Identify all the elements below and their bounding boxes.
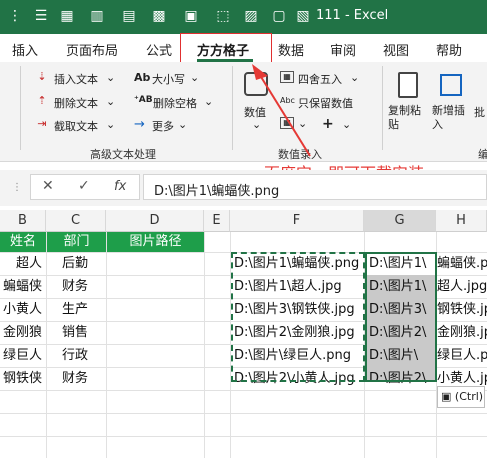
table-cell[interactable]: 绿巨人 <box>0 344 46 367</box>
quick-access-icon[interactable]: ▣ <box>182 7 200 25</box>
batch-button[interactable]: 批 <box>474 104 485 120</box>
table-cell[interactable]: 后勤 <box>62 252 106 275</box>
paste-options-label: (Ctrl) <box>454 390 484 403</box>
quick-access-icon[interactable]: ▩ <box>150 7 168 25</box>
table-cell[interactable]: 超人.jpg <box>437 275 487 298</box>
table-cell[interactable]: 金刚狼.jpg <box>437 321 487 344</box>
group-separator <box>232 66 233 150</box>
case-button[interactable]: 大小写 <box>152 71 185 87</box>
quick-access-icon[interactable]: ▨ <box>242 7 260 25</box>
arrow-right-icon: → <box>134 117 145 132</box>
add-insert-icon <box>440 74 462 96</box>
table-cell[interactable]: 钢铁侠.jpg <box>437 298 487 321</box>
name-box-dots-icon: ⋮ <box>12 182 22 193</box>
tab-help[interactable]: 帮助 <box>436 40 462 59</box>
copy-marquee <box>231 252 365 382</box>
more-button[interactable]: 更多 <box>152 118 174 134</box>
table-cell[interactable]: 钢铁侠 <box>0 367 46 390</box>
gridline <box>106 232 107 458</box>
column-header-c[interactable]: C <box>46 210 106 232</box>
formula-input[interactable]: D:\图片1\蝙蝠侠.png <box>143 174 487 200</box>
gridline <box>204 232 205 458</box>
quick-access-icon[interactable]: ▧ <box>294 7 312 25</box>
cancel-icon[interactable]: ✕ <box>42 178 54 194</box>
table-cell[interactable]: 行政 <box>62 344 106 367</box>
chevron-down-icon: ⌄ <box>342 118 352 131</box>
table-cell[interactable]: 生产 <box>62 298 106 321</box>
extract-text-button[interactable]: 截取文本 <box>54 118 98 134</box>
delete-space-button[interactable]: 删除空格 <box>153 95 197 111</box>
gridline <box>46 232 47 458</box>
quick-access-icon[interactable]: ⬚ <box>214 7 232 25</box>
delete-text-button[interactable]: 删除文本 <box>54 95 98 111</box>
table-cell[interactable]: 财务 <box>62 367 106 390</box>
chevron-down-icon: ⌄ <box>178 118 188 131</box>
formula-value: D:\图片1\蝙蝠侠.png <box>154 184 280 199</box>
group-label-text-processing: 高级文本处理 <box>90 148 156 161</box>
add-insert-button[interactable]: 新增插入 <box>432 104 472 132</box>
table-cell[interactable]: 财务 <box>62 275 106 298</box>
chevron-down-icon: ⌄ <box>350 71 360 84</box>
table-cell[interactable]: 销售 <box>62 321 106 344</box>
window-title: 111 - Excel <box>316 8 389 23</box>
table-cell[interactable]: 绿巨人.png <box>437 344 487 367</box>
delete-space-icon: ⁺AB <box>134 95 153 105</box>
group-label-partial: 编 <box>478 148 487 161</box>
table-cell[interactable]: 金刚狼 <box>0 321 46 344</box>
chevron-down-icon: ⌄ <box>204 95 214 108</box>
confirm-icon[interactable]: ✓ <box>78 178 90 194</box>
table-cell[interactable]: 蝙蝠侠 <box>0 275 46 298</box>
tab-page-layout[interactable]: 页面布局 <box>66 40 118 59</box>
column-header-h[interactable]: H <box>436 210 487 232</box>
annotation-arrow <box>252 64 311 157</box>
column-header-d[interactable]: D <box>106 210 204 232</box>
quick-access-icon[interactable]: ▤ <box>120 7 138 25</box>
case-icon: Ab <box>134 71 151 84</box>
gridline <box>0 413 487 414</box>
gridline <box>0 390 487 391</box>
chevron-down-icon: ⌄ <box>106 71 116 84</box>
quick-access-icon[interactable]: ☰ <box>32 7 50 25</box>
chevron-down-icon: ⌄ <box>190 71 200 84</box>
column-header-g[interactable]: G <box>364 210 436 232</box>
gridline <box>0 436 487 437</box>
tab-data[interactable]: 数据 <box>278 40 304 59</box>
header-cell-name[interactable]: 姓名 <box>0 232 46 252</box>
tab-review[interactable]: 审阅 <box>330 40 356 59</box>
extract-text-icon: ⇥ <box>37 117 47 130</box>
tab-fangfang[interactable]: 方方格子 <box>197 40 249 59</box>
tab-view[interactable]: 视图 <box>383 40 409 59</box>
insert-function-icon[interactable]: fx <box>114 179 126 194</box>
selection-border <box>365 252 437 382</box>
chevron-down-icon: ⌄ <box>106 118 116 131</box>
copy-paste-button[interactable]: 复制粘贴 <box>388 104 428 132</box>
tab-formulas[interactable]: 公式 <box>146 40 172 59</box>
column-header-f[interactable]: F <box>230 210 364 232</box>
quick-access-icon[interactable]: ▢ <box>270 7 288 25</box>
delete-text-icon: ⇡ <box>37 94 47 107</box>
table-cell[interactable]: 超人 <box>0 252 46 275</box>
clipboard-icon <box>398 72 418 98</box>
clipboard-icon: ▣ <box>441 390 452 403</box>
tab-insert[interactable]: 插入 <box>12 40 38 59</box>
header-cell-dept[interactable]: 部门 <box>47 232 106 252</box>
table-cell[interactable]: 蝙蝠侠.png <box>437 252 487 275</box>
quick-access-icon[interactable]: ▦ <box>58 7 76 25</box>
column-header-e[interactable]: E <box>204 210 230 232</box>
insert-text-icon: ⇣ <box>37 70 47 83</box>
chevron-down-icon: ⌄ <box>106 95 116 108</box>
more-options-icon[interactable]: ⋮ <box>6 7 24 25</box>
insert-text-button[interactable]: 插入文本 <box>54 71 98 87</box>
group-separator <box>20 66 21 150</box>
paste-options-button[interactable]: ▣ (Ctrl) <box>437 386 485 408</box>
header-cell-path[interactable]: 图片路径 <box>107 232 204 252</box>
group-separator <box>382 66 383 150</box>
quick-access-icon[interactable]: ▥ <box>88 7 106 25</box>
column-header-b[interactable]: B <box>0 210 46 232</box>
table-cell[interactable]: 小黄人 <box>0 298 46 321</box>
